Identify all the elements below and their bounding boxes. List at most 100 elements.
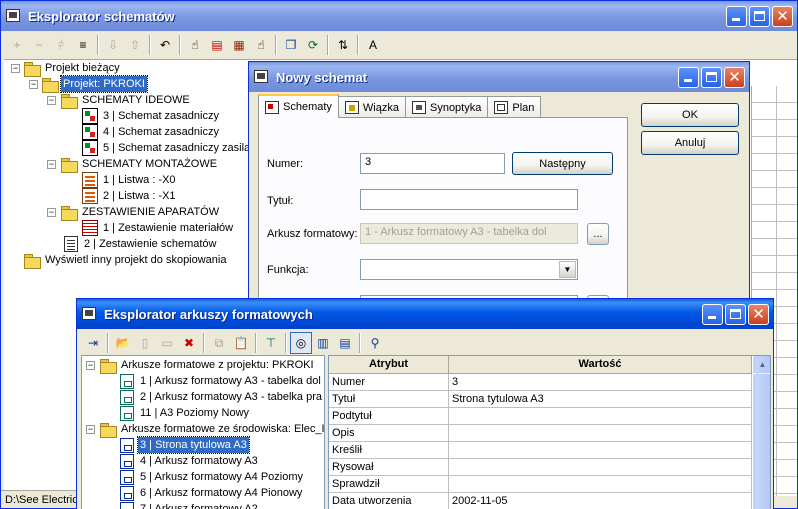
grid-cell-value[interactable]: Strona tytulowa A3 bbox=[449, 391, 752, 408]
tree-item-format-6[interactable]: 6 | Arkusz formatowy A4 Pionowy bbox=[120, 485, 304, 501]
grid-cell-attribute[interactable]: Numer bbox=[329, 374, 449, 391]
collapse-toggle[interactable]: − bbox=[47, 208, 56, 217]
undo-icon[interactable]: ↶ bbox=[154, 34, 176, 56]
tree-item-schematy-ideowe[interactable]: SCHEMATY IDEOWE bbox=[61, 92, 192, 109]
tree-item-other-project[interactable]: Wyświetl inny projekt do skopiowania bbox=[24, 252, 228, 269]
tree-item-environment-formats[interactable]: Arkusze formatowe ze środowiska: Elec_II bbox=[100, 421, 324, 438]
list-view-icon[interactable]: ▥ bbox=[312, 332, 334, 354]
tree-item-schematy-montazowe[interactable]: SCHEMATY MONTAŻOWE bbox=[61, 156, 219, 173]
remove-icon[interactable]: − bbox=[28, 34, 50, 56]
tree-item-zestawienie-aparatow[interactable]: ZESTAWIENIE APARATÓW bbox=[61, 204, 221, 221]
paste-icon[interactable]: 📋 bbox=[230, 332, 252, 354]
ok-button[interactable]: OK bbox=[641, 103, 739, 127]
copy-icon[interactable]: ⧉ bbox=[208, 332, 230, 354]
pointer-icon[interactable]: ☝ bbox=[184, 34, 206, 56]
tree-item-format-2[interactable]: 2 | Arkusz formatowy A3 - tabelka pra bbox=[120, 389, 324, 405]
tab-synoptyka[interactable]: Synoptyka bbox=[404, 96, 489, 118]
format-maximize-button[interactable] bbox=[725, 304, 746, 325]
collapse-toggle[interactable]: − bbox=[86, 361, 95, 370]
grid-cell-attribute[interactable]: Sprawdził bbox=[329, 476, 449, 493]
tree-item-format-3[interactable]: 3 | Strona tytulowa A3 bbox=[120, 436, 250, 454]
tab-schematy[interactable]: Schematy bbox=[258, 94, 339, 118]
split-icon[interactable]: ≡ bbox=[72, 34, 94, 56]
grid-cell-value[interactable] bbox=[449, 425, 752, 442]
collapse-toggle[interactable]: − bbox=[47, 96, 56, 105]
scroll-up-button[interactable]: ▲ bbox=[754, 356, 770, 373]
grid-cell-attribute[interactable]: Tytuł bbox=[329, 391, 449, 408]
move-up-icon[interactable]: ⇧ bbox=[124, 34, 146, 56]
tree-item-schematics-list[interactable]: 2 | Zestawienie schematów bbox=[64, 236, 218, 252]
tree-item-listwa-x0[interactable]: 1 | Listwa : -X0 bbox=[82, 172, 178, 188]
grid-cell-value[interactable]: 2002-11-05 bbox=[449, 493, 752, 509]
hierarchy-icon[interactable]: ⊤ bbox=[260, 332, 282, 354]
tree-item-project-pkroki[interactable]: Projekt: PKROKI bbox=[42, 75, 148, 93]
grid-cell-attribute[interactable]: Opis bbox=[329, 425, 449, 442]
collapse-toggle[interactable]: − bbox=[11, 64, 20, 73]
collapse-toggle[interactable]: − bbox=[47, 160, 56, 169]
refresh-icon[interactable]: ⟳ bbox=[302, 34, 324, 56]
properties-icon[interactable]: ▭ bbox=[156, 332, 178, 354]
grid-cell-value[interactable] bbox=[449, 442, 752, 459]
grid-cell-attribute[interactable]: Rysował bbox=[329, 459, 449, 476]
copy-sheet-icon[interactable]: ❐ bbox=[280, 34, 302, 56]
grid-scrollbar[interactable]: ▲ bbox=[753, 356, 770, 509]
column-header-attribute[interactable]: Atrybut bbox=[329, 356, 449, 374]
dialog-close-button[interactable]: ✕ bbox=[724, 67, 745, 88]
collapse-toggle[interactable]: − bbox=[86, 425, 95, 434]
schematic-red-icon[interactable]: ▤ bbox=[206, 34, 228, 56]
tree-item-format-1[interactable]: 1 | Arkusz formatowy A3 - tabelka dol bbox=[120, 373, 323, 389]
maximize-button[interactable] bbox=[749, 6, 770, 27]
open-folder-icon[interactable]: 📂 bbox=[112, 332, 134, 354]
tree-item-format-11[interactable]: 11 | A3 Poziomy Nowy bbox=[120, 405, 251, 421]
tab-plan[interactable]: Plan bbox=[487, 96, 542, 118]
grid-cell-value[interactable] bbox=[449, 476, 752, 493]
tree-item-schematic-5[interactable]: 5 | Schemat zasadniczy zasilar bbox=[82, 140, 256, 156]
dialog-titlebar[interactable]: Nowy schemat ✕ bbox=[249, 62, 749, 92]
tree-item-schematic-4[interactable]: 4 | Schemat zasadniczy bbox=[82, 124, 221, 140]
grid-cell-attribute[interactable]: Kreślił bbox=[329, 442, 449, 459]
schematic-properties-icon[interactable]: ▦ bbox=[228, 34, 250, 56]
tree-item-project-formats[interactable]: Arkusze formatowe z projektu: PKROKI bbox=[100, 357, 316, 374]
preview-icon[interactable]: ◎ bbox=[290, 332, 312, 354]
main-titlebar[interactable]: Eksplorator schematów ✕ bbox=[1, 1, 797, 31]
close-button[interactable]: ✕ bbox=[772, 6, 793, 27]
delete-icon[interactable]: ✖ bbox=[178, 332, 200, 354]
collapse-toggle[interactable]: − bbox=[29, 80, 38, 89]
next-number-button[interactable]: Następny bbox=[512, 152, 613, 175]
tree-item-format-7[interactable]: 7 | Arkusz formatowy A2 bbox=[120, 501, 260, 509]
tab-wiazka[interactable]: Wiązka bbox=[337, 96, 406, 118]
tytul-input[interactable] bbox=[360, 189, 578, 210]
tree-item-listwa-x1[interactable]: 2 | Listwa : -X1 bbox=[82, 188, 178, 204]
grid-cell-attribute[interactable]: Data utworzenia bbox=[329, 493, 449, 509]
tree-item-format-5[interactable]: 5 | Arkusz formatowy A4 Poziomy bbox=[120, 469, 305, 485]
tree-item-materials-list[interactable]: 1 | Zestawienie materiałów bbox=[82, 220, 235, 236]
cancel-button[interactable]: Anuluj bbox=[641, 131, 739, 155]
tree-item-format-4[interactable]: 4 | Arkusz formatowy A3 bbox=[120, 453, 260, 469]
dialog-minimize-button[interactable] bbox=[678, 67, 699, 88]
tree-item-schematic-3[interactable]: 3 | Schemat zasadniczy bbox=[82, 108, 221, 124]
add-icon[interactable]: + bbox=[6, 34, 28, 56]
browse-format-button[interactable]: ... bbox=[587, 223, 609, 245]
exit-icon[interactable]: ⇥ bbox=[82, 332, 104, 354]
grid-cell-value[interactable]: 3 bbox=[449, 374, 752, 391]
insert-icon[interactable]: ⫩ bbox=[50, 34, 72, 56]
minimize-button[interactable] bbox=[726, 6, 747, 27]
format-explorer-titlebar[interactable]: Eksplorator arkuszy formatowych ✕ bbox=[77, 299, 773, 329]
sort-icon[interactable]: ⇅ bbox=[332, 34, 354, 56]
dialog-maximize-button[interactable] bbox=[701, 67, 722, 88]
numer-input[interactable]: 3 bbox=[360, 153, 505, 174]
scroll-thumb[interactable] bbox=[754, 374, 770, 509]
format-minimize-button[interactable] bbox=[702, 304, 723, 325]
format-close-button[interactable]: ✕ bbox=[748, 304, 769, 325]
funkcja-select[interactable]: ▼ bbox=[360, 259, 578, 280]
grid-cell-attribute[interactable]: Podtytuł bbox=[329, 408, 449, 425]
hand-icon[interactable]: ☝ bbox=[250, 34, 272, 56]
column-header-value[interactable]: Wartość bbox=[449, 356, 752, 374]
grid-cell-value[interactable] bbox=[449, 408, 752, 425]
chevron-down-icon[interactable]: ▼ bbox=[559, 261, 576, 278]
grid-cell-value[interactable] bbox=[449, 459, 752, 476]
search-icon[interactable]: ⚲ bbox=[364, 332, 386, 354]
details-view-icon[interactable]: ▤ bbox=[334, 332, 356, 354]
new-document-icon[interactable]: ▯ bbox=[134, 332, 156, 354]
text-icon[interactable]: A bbox=[362, 34, 384, 56]
